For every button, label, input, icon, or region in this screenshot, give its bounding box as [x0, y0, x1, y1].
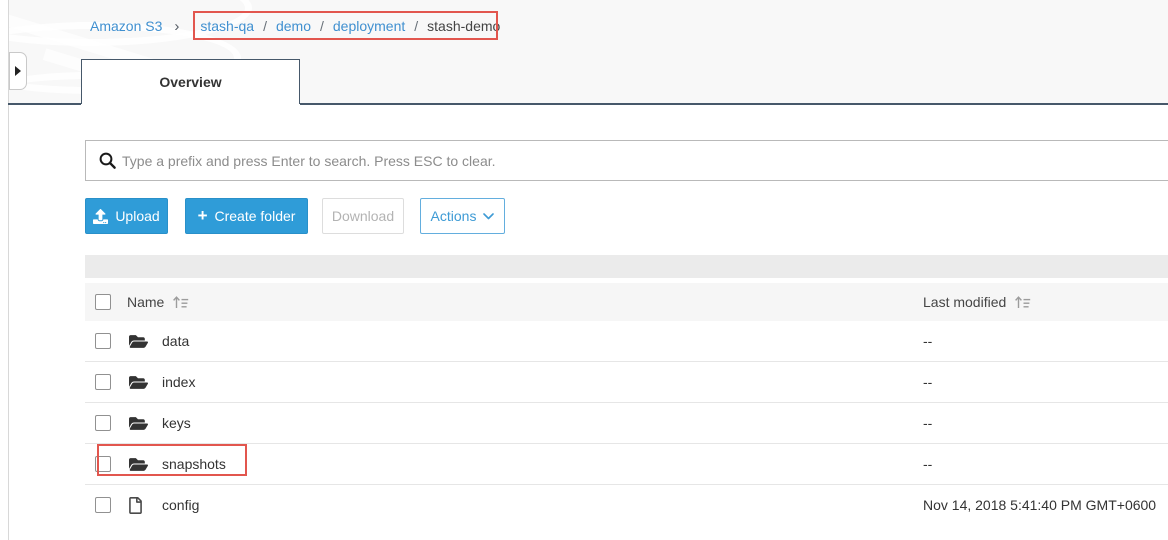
object-name-link[interactable]: snapshots [162, 444, 226, 484]
table-row-snapshots: snapshots -- [85, 444, 1168, 485]
row-select-checkbox[interactable] [95, 497, 111, 513]
folder-icon [129, 415, 149, 432]
actions-button-label: Actions [431, 208, 477, 224]
download-button[interactable]: Download [322, 198, 404, 234]
file-icon [129, 497, 149, 514]
create-folder-button[interactable]: + Create folder [185, 198, 308, 234]
select-all-checkbox[interactable] [95, 294, 111, 310]
s3-console-page: Amazon S3 › stash-qa / demo / deployment… [0, 0, 1168, 540]
breadcrumb-item-current: stash-demo [427, 18, 500, 34]
table-header-row: Name Last modified [85, 283, 1168, 322]
sidebar-expander[interactable] [9, 52, 27, 90]
last-modified-value: -- [923, 444, 932, 484]
breadcrumb-chevron-icon: › [174, 19, 179, 34]
folder-icon [129, 456, 149, 473]
plus-icon: + [198, 207, 208, 224]
breadcrumb-item-stash-qa[interactable]: stash-qa [200, 18, 254, 34]
table-row: keys -- [85, 403, 1168, 444]
breadcrumb-slash: / [320, 18, 324, 34]
upload-button[interactable]: Upload [85, 198, 168, 234]
folder-icon [129, 374, 149, 391]
object-name-link[interactable]: keys [162, 403, 191, 443]
table-row: index -- [85, 362, 1168, 403]
object-name-link[interactable]: data [162, 321, 189, 361]
row-select-checkbox[interactable] [95, 333, 111, 349]
breadcrumb: Amazon S3 › stash-qa / demo / deployment… [90, 12, 500, 40]
last-modified-value: -- [923, 362, 932, 402]
last-modified-value: -- [923, 403, 932, 443]
breadcrumb-item-demo[interactable]: demo [276, 18, 311, 34]
table-row: data -- [85, 321, 1168, 362]
expand-arrow-icon [15, 66, 21, 76]
object-table-body: data -- index -- keys -- snapshots [85, 321, 1168, 525]
row-select-checkbox[interactable] [95, 374, 111, 390]
row-select-checkbox[interactable] [95, 415, 111, 431]
object-name-link[interactable]: index [162, 362, 195, 402]
breadcrumb-amazon-s3[interactable]: Amazon S3 [90, 18, 162, 34]
breadcrumb-slash: / [263, 18, 267, 34]
search-box [85, 140, 1168, 181]
sort-icon [1014, 295, 1031, 309]
upload-icon [93, 209, 108, 224]
chevron-down-icon [483, 213, 494, 220]
create-folder-button-label: Create folder [215, 208, 296, 224]
toolbar-strip [85, 255, 1168, 278]
breadcrumb-path: stash-qa / demo / deployment / stash-dem… [191, 18, 500, 34]
column-header-last-modified[interactable]: Last modified [923, 283, 1031, 321]
column-name-label: Name [127, 294, 164, 310]
object-name-link[interactable]: config [162, 485, 199, 525]
search-input[interactable] [86, 141, 1168, 180]
tab-overview-label: Overview [159, 74, 221, 90]
breadcrumb-slash: / [414, 18, 418, 34]
breadcrumb-item-deployment[interactable]: deployment [333, 18, 405, 34]
download-button-label: Download [332, 208, 394, 224]
tabbar-line [300, 103, 1168, 105]
last-modified-value: Nov 14, 2018 5:41:40 PM GMT+0600 [923, 485, 1156, 525]
sort-icon [172, 295, 189, 309]
actions-dropdown-button[interactable]: Actions [420, 198, 505, 234]
upload-button-label: Upload [115, 208, 159, 224]
tabbar-line [8, 103, 81, 105]
tab-overview[interactable]: Overview [81, 59, 300, 104]
row-select-checkbox[interactable] [95, 456, 111, 472]
folder-icon [129, 333, 149, 350]
column-last-modified-label: Last modified [923, 294, 1006, 310]
column-header-name[interactable]: Name [127, 283, 189, 321]
last-modified-value: -- [923, 321, 932, 361]
table-row: config Nov 14, 2018 5:41:40 PM GMT+0600 [85, 485, 1168, 525]
